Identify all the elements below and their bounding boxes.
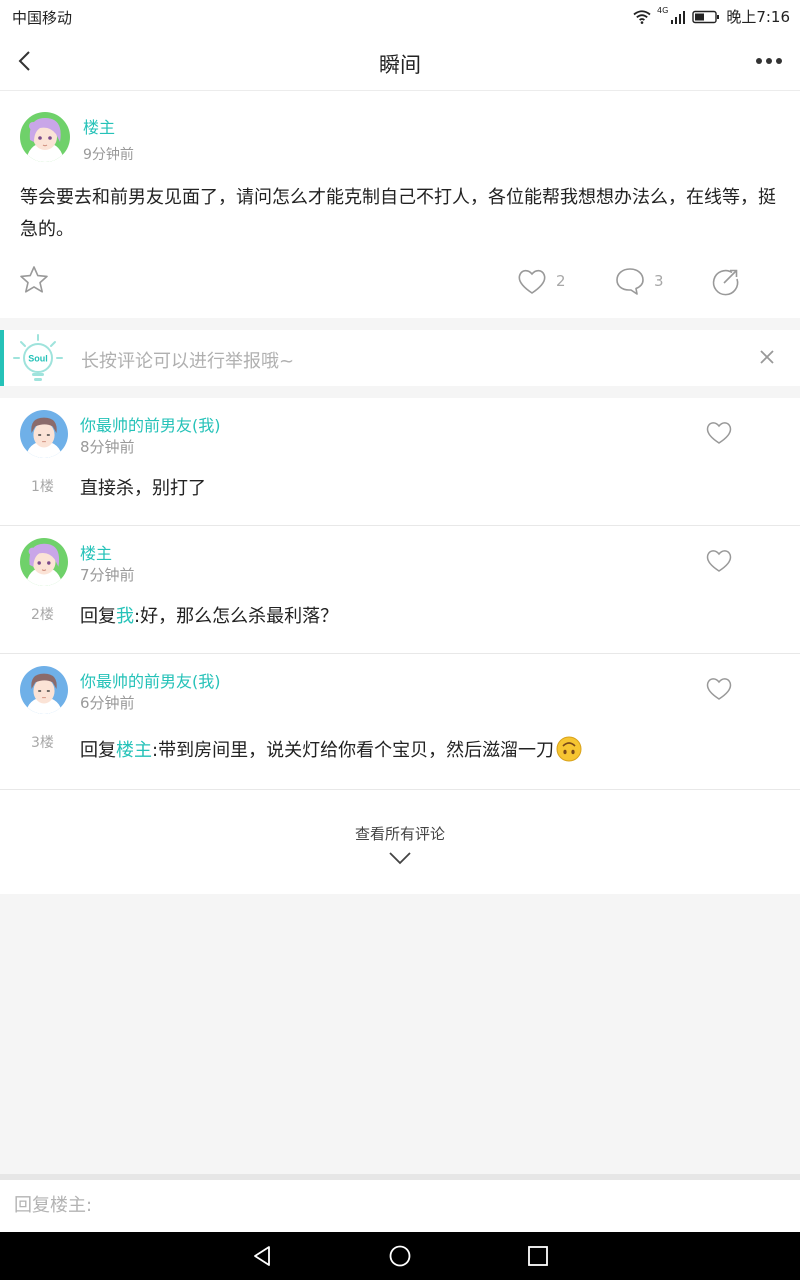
comment-item[interactable]: 你最帅的前男友(我) 6分钟前 3楼 回复楼主:带到房间里，说关灯给你看个宝贝，… (0, 654, 800, 790)
close-icon[interactable] (760, 350, 774, 364)
floor-label: 1楼 (31, 479, 54, 495)
heart-icon[interactable] (705, 546, 733, 574)
comment-author[interactable]: 你最帅的前男友(我) (80, 668, 221, 692)
comment-author[interactable]: 你最帅的前男友(我) (80, 412, 221, 436)
tip-text: 长按评论可以进行举报哦~ (81, 351, 295, 372)
nav-back-icon[interactable] (250, 1244, 274, 1268)
boy-avatar-icon (20, 410, 68, 458)
chevron-down-icon (389, 852, 411, 865)
avatar[interactable] (20, 112, 70, 162)
avatar[interactable] (20, 410, 68, 458)
comment-item[interactable]: 你最帅的前男友(我) 8分钟前 1楼 直接杀，别打了 (0, 398, 800, 526)
post-card: 楼主 9分钟前 等会要去和前男友见面了，请问怎么才能克制自己不打人，各位能帮我想… (0, 91, 800, 318)
reply-mention[interactable]: 我 (116, 606, 134, 627)
comment-text: 直接杀，别打了 (80, 474, 206, 500)
battery-icon (692, 10, 720, 23)
reply-prefix: 回复 (80, 740, 116, 761)
like-count: 2 (556, 272, 566, 290)
view-all-comments-button[interactable]: 查看所有评论 (0, 790, 800, 894)
carrier-label: 中国移动 (12, 9, 73, 27)
bulb-label: Soul (28, 354, 48, 364)
comment-time: 7分钟前 (80, 566, 135, 584)
star-icon[interactable] (18, 264, 50, 296)
comment-text: 回复我:好，那么怎么杀最利落？ (80, 602, 338, 628)
like-button[interactable]: 2 (516, 265, 566, 297)
comment-body: 直接杀，别打了 (80, 478, 206, 499)
signal-icon (671, 10, 686, 24)
nav-home-icon[interactable] (388, 1244, 412, 1268)
girl-avatar-icon (20, 112, 70, 162)
heart-icon[interactable] (705, 418, 733, 446)
boy-avatar-icon (20, 666, 68, 714)
wifi-icon (633, 9, 651, 24)
floor-label: 3楼 (31, 735, 54, 751)
system-nav-bar (0, 1232, 800, 1280)
view-all-label: 查看所有评论 (354, 825, 445, 843)
tip-banner: Soul 长按评论可以进行举报哦~ (0, 330, 800, 386)
comment-text: 回复楼主:带到房间里，说关灯给你看个宝贝，然后滋溜一刀 (80, 736, 582, 762)
comment-author[interactable]: 楼主 (80, 540, 112, 564)
status-bar: 中国移动 4G 晚上7:16 (0, 0, 800, 32)
network-type-label: 4G (657, 6, 669, 15)
comment-body: :好，那么怎么杀最利落？ (134, 606, 339, 627)
lightbulb-icon: Soul (13, 334, 63, 381)
comment-button[interactable]: 3 (614, 265, 664, 297)
comment-count: 3 (654, 272, 664, 290)
status-icons: 4G 晚上7:16 (633, 6, 790, 27)
comment-list: 你最帅的前男友(我) 8分钟前 1楼 直接杀，别打了 楼主 7分钟前 2楼 回复… (0, 398, 800, 894)
share-icon (712, 269, 739, 296)
comment-bubble-icon (616, 268, 644, 295)
heart-icon[interactable] (705, 674, 733, 702)
share-button[interactable] (710, 265, 742, 297)
clock-label: 晚上7:16 (726, 8, 790, 26)
avatar[interactable] (20, 666, 68, 714)
post-content: 等会要去和前男友见面了，请问怎么才能克制自己不打人，各位能帮我想想办法么，在线等… (20, 187, 776, 240)
post-author[interactable]: 楼主 (83, 114, 115, 138)
avatar[interactable] (20, 538, 68, 586)
floor-label: 2楼 (31, 607, 54, 623)
post-time: 9分钟前 (83, 147, 134, 163)
heart-icon (518, 269, 546, 294)
comment-item[interactable]: 楼主 7分钟前 2楼 回复我:好，那么怎么杀最利落？ (0, 526, 800, 654)
accent-stripe (0, 330, 4, 386)
reply-input[interactable] (14, 1190, 774, 1220)
more-horizontal-icon[interactable] (754, 52, 784, 70)
comment-body: :带到房间里，说关灯给你看个宝贝，然后滋溜一刀 (152, 740, 555, 761)
reply-bar (0, 1174, 800, 1232)
title-bar: 瞬间 (0, 32, 800, 91)
reply-prefix: 回复 (80, 606, 116, 627)
upside-down-face-emoji-icon (556, 736, 582, 762)
page-title: 瞬间 (379, 53, 421, 77)
nav-recent-apps-icon[interactable] (526, 1244, 550, 1268)
reply-mention[interactable]: 楼主 (116, 740, 152, 761)
girl-avatar-icon (20, 538, 68, 586)
comment-time: 8分钟前 (80, 438, 135, 456)
comment-time: 6分钟前 (80, 694, 135, 712)
